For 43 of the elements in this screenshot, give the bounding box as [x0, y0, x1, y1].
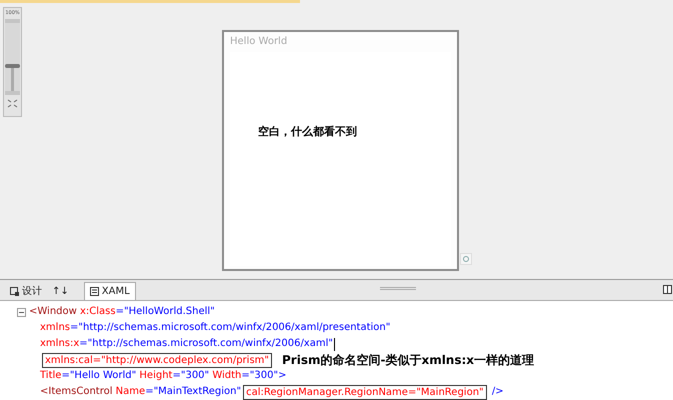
code-editor[interactable] [0, 300, 673, 400]
preview-window-title: Hello World [230, 34, 288, 49]
code-attribute: Title [40, 369, 62, 383]
code-punctuation: = [145, 385, 154, 399]
code-attribute: xmlns:x [40, 337, 80, 351]
code-punctuation: = [61, 369, 70, 383]
highlighted-code: xmlns:cal="http://www.codeplex.com/prism" [42, 352, 272, 368]
code-tag: <Window [29, 304, 77, 320]
view-tab[interactable]: ↑↓ [47, 282, 74, 300]
collapse-icon[interactable] [17, 308, 26, 316]
zoom-thumb[interactable] [5, 64, 20, 68]
code-value: "http://schemas.microsoft.com/winfx/2006/xaml/presentation" [78, 321, 390, 335]
code-value: "Hello World" [70, 369, 136, 383]
view-tab[interactable]: 设计 [5, 282, 47, 300]
code-value: "http://schemas.microsoft.com/winfx/2006/xaml" [88, 337, 333, 351]
code-attribute: Width [211, 369, 242, 383]
code-punctuation: = [116, 305, 124, 319]
code-value: "300" [250, 369, 278, 383]
code-punctuation: = [241, 369, 250, 383]
fit-to-screen-icon[interactable] [7, 98, 18, 108]
text-caret [334, 338, 335, 350]
code-value: "300" [180, 369, 210, 383]
move-handle-icon[interactable] [460, 252, 472, 265]
code-punctuation: = [79, 337, 88, 351]
design-view-icon [10, 286, 19, 296]
code-attribute: xmlns [40, 321, 70, 335]
code-value: "MainTextRegion" [154, 385, 242, 399]
preview-message: 空白，什么都看不到 [258, 124, 357, 138]
annotation-text: Prism的命名空间-类似于xmlns:x一样的道理 [282, 352, 534, 368]
code-punctuation: = [172, 369, 181, 383]
code-attribute: Height [138, 369, 172, 383]
code-attribute: x:Class [78, 305, 116, 319]
code-punctuation: > [278, 369, 286, 383]
code-attribute: Name [114, 385, 146, 399]
code-punctuation: /> [490, 385, 504, 399]
code-punctuation: = [70, 321, 78, 335]
splitter-grip[interactable] [380, 286, 416, 290]
code-view-icon [90, 287, 99, 296]
code-value: "HelloWorld.Shell" [124, 305, 215, 319]
view-tab[interactable]: XAML [84, 282, 136, 300]
highlighted-code: cal:RegionManager.RegionName="MainRegion" [243, 384, 487, 400]
split-pane-icon[interactable] [663, 284, 672, 294]
code-tag: <ItemsControl [40, 384, 112, 400]
